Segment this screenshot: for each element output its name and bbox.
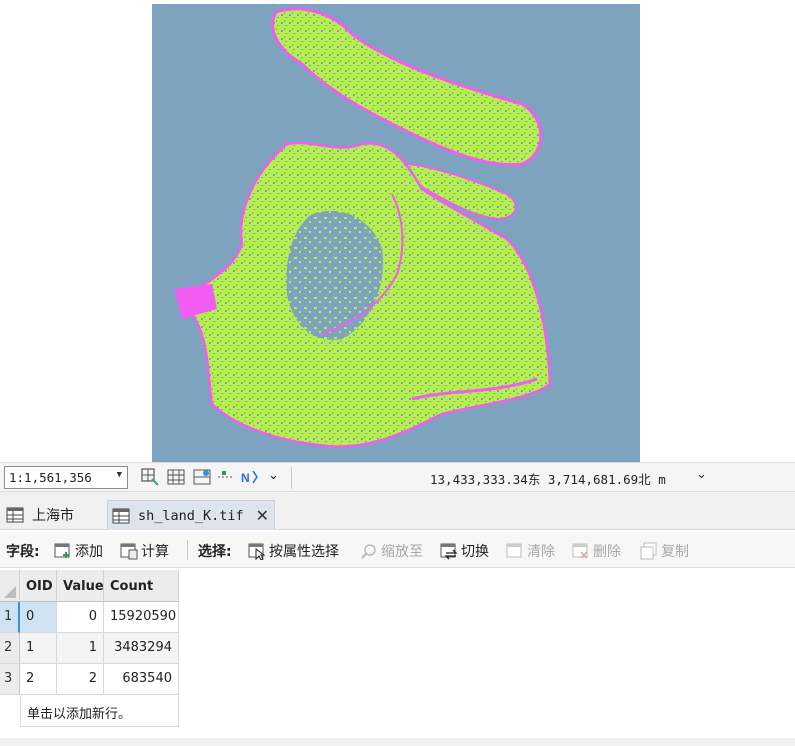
delete-button[interactable]: 删除 bbox=[572, 541, 621, 561]
dynamic-grid-icon[interactable] bbox=[192, 467, 212, 487]
bottom-scrollbar-area bbox=[0, 738, 795, 746]
map-status-bar: 1:1,561,356 ▼ N ⌄ 13,433,333.34东 3,714,6… bbox=[0, 462, 795, 492]
table-toolbar: 字段: 添加 计算 选择: 按属性选择 缩放至 切换 清除 删除 复制 bbox=[0, 532, 795, 568]
copy-button[interactable]: 复制 bbox=[640, 541, 689, 561]
select-label: 选择: bbox=[198, 544, 232, 560]
toolbar-divider bbox=[187, 540, 188, 560]
divider bbox=[291, 467, 292, 489]
row-number[interactable]: 2 bbox=[0, 633, 20, 664]
close-icon[interactable]: ✕ bbox=[256, 506, 269, 525]
table-cell-value[interactable]: 0 bbox=[57, 602, 104, 633]
svg-text:N: N bbox=[241, 471, 250, 485]
select-by-attributes-button[interactable]: 按属性选择 bbox=[248, 541, 339, 561]
switch-icon bbox=[440, 543, 458, 560]
tab-sh-land-k[interactable]: sh_land_K.tif ✕ bbox=[107, 500, 275, 530]
select-by-attributes-icon bbox=[248, 543, 266, 560]
calculate-field-button[interactable]: 计算 bbox=[120, 541, 169, 561]
zoom-to-button[interactable]: 缩放至 bbox=[360, 541, 423, 561]
table-grid-icon[interactable] bbox=[166, 467, 186, 487]
table-corner[interactable] bbox=[0, 570, 20, 602]
view-tabs: 上海市 sh_land_K.tif ✕ bbox=[0, 492, 795, 530]
north-arrow-icon[interactable]: N bbox=[240, 467, 260, 487]
table-icon bbox=[6, 507, 24, 523]
table-cell-count[interactable]: 3483294 bbox=[104, 633, 179, 664]
select-all-triangle-icon bbox=[4, 586, 16, 598]
dropdown-arrow-icon: ▼ bbox=[116, 470, 122, 480]
calculate-icon bbox=[120, 543, 138, 560]
row-number[interactable]: 1 bbox=[0, 602, 20, 633]
chevron-down-icon[interactable]: ⌄ bbox=[268, 468, 279, 483]
add-field-icon bbox=[54, 543, 70, 558]
column-header-count[interactable]: Count bbox=[104, 570, 179, 602]
grid-snap-icon[interactable] bbox=[140, 467, 160, 487]
table-cell-count[interactable]: 15920590 bbox=[104, 602, 179, 633]
add-field-button[interactable]: 添加 bbox=[54, 541, 103, 561]
add-new-row[interactable]: 单击以添加新行。 bbox=[20, 696, 179, 727]
snapping-icon[interactable] bbox=[216, 467, 236, 487]
tab-label: 上海市 bbox=[32, 508, 74, 524]
fields-label: 字段: bbox=[6, 544, 40, 560]
clear-selection-button[interactable]: 清除 bbox=[506, 541, 555, 561]
copy-icon bbox=[640, 542, 657, 560]
clear-icon bbox=[506, 543, 522, 558]
row-number[interactable]: 3 bbox=[0, 664, 20, 695]
coordinate-readout: 13,433,333.34东 3,714,681.69北 m bbox=[430, 472, 666, 487]
table-cell-count[interactable]: 683540 bbox=[104, 664, 179, 695]
zoom-to-icon bbox=[361, 544, 376, 559]
table-cell-oid[interactable]: 2 bbox=[20, 664, 57, 695]
tab-shanghai[interactable]: 上海市 bbox=[2, 500, 78, 530]
scale-value: 1:1,561,356 bbox=[9, 470, 92, 485]
column-header-oid[interactable]: OID bbox=[20, 570, 57, 602]
column-header-value[interactable]: Value bbox=[57, 570, 104, 602]
map-view[interactable] bbox=[0, 0, 795, 462]
table-cell-oid[interactable]: 1 bbox=[20, 633, 57, 664]
table-cell-value[interactable]: 1 bbox=[57, 633, 104, 664]
table-cell-oid[interactable]: 0 bbox=[20, 602, 57, 633]
delete-icon bbox=[572, 543, 588, 559]
land-raster-map[interactable] bbox=[152, 4, 640, 462]
coordinate-options-chevron-icon[interactable]: ⌄ bbox=[696, 467, 707, 482]
table-icon bbox=[112, 508, 130, 523]
switch-selection-button[interactable]: 切换 bbox=[440, 541, 489, 561]
tab-label: sh_land_K.tif bbox=[138, 507, 244, 524]
scale-dropdown[interactable]: 1:1,561,356 ▼ bbox=[4, 466, 128, 489]
table-cell-value[interactable]: 2 bbox=[57, 664, 104, 695]
